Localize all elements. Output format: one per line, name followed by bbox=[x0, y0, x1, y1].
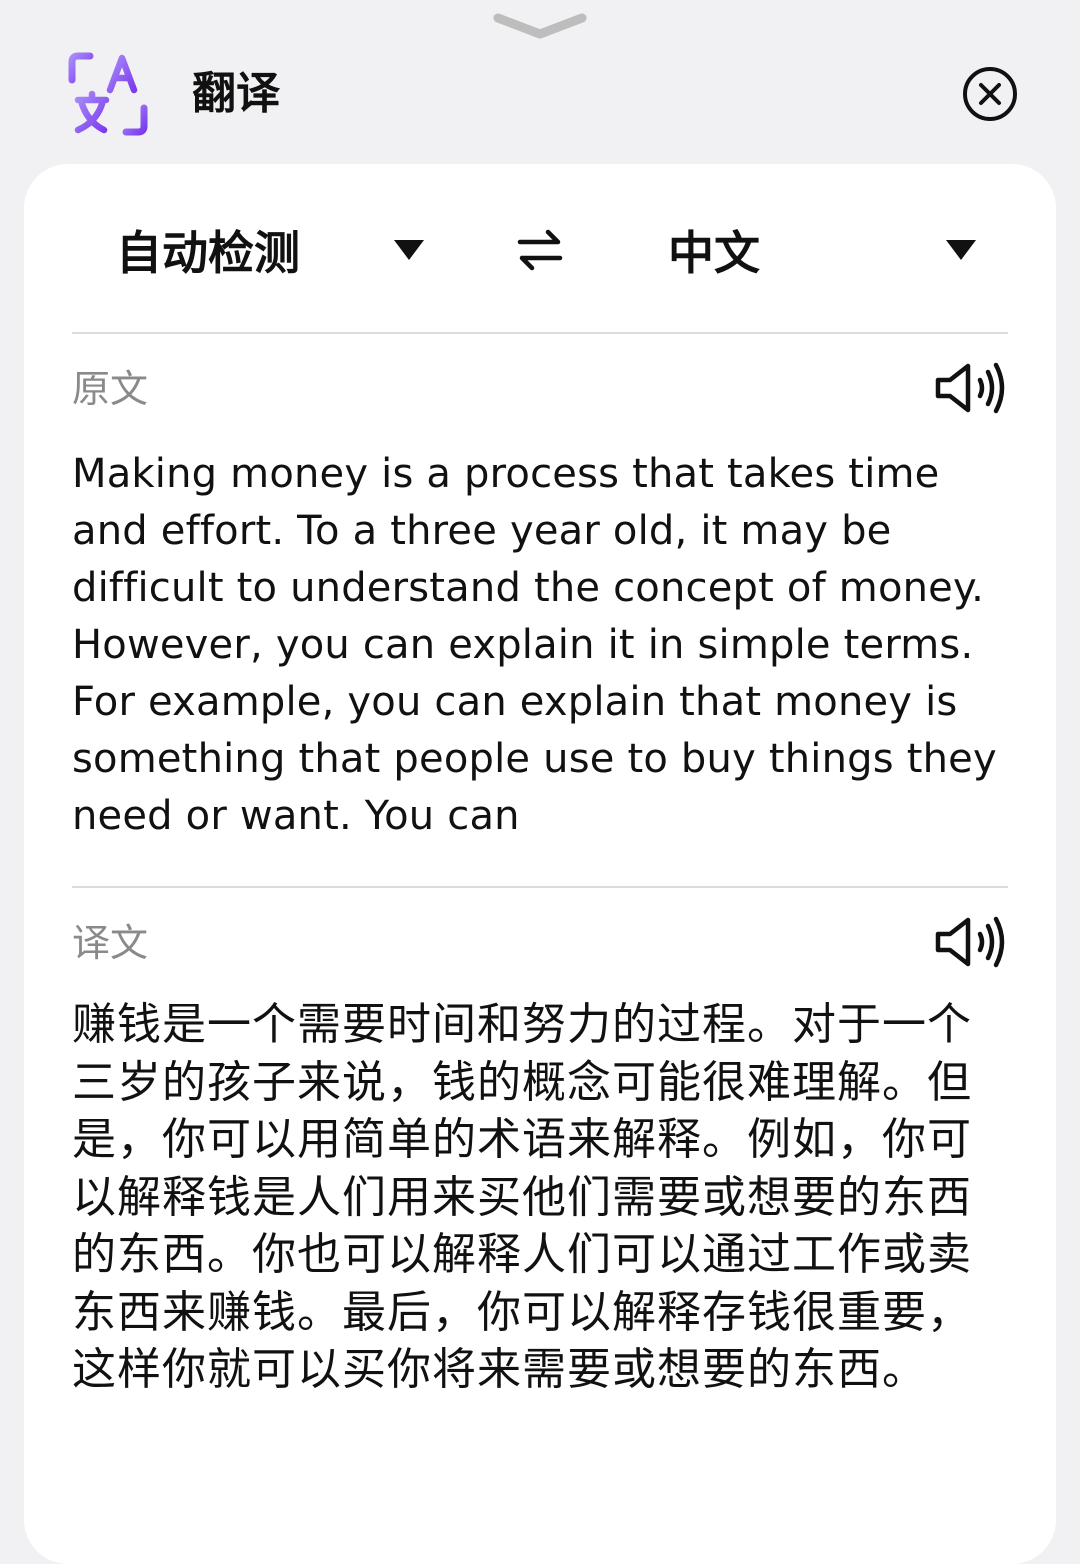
app-title: 翻译 bbox=[192, 68, 280, 119]
target-language-label: 中文 bbox=[668, 226, 760, 280]
drag-handle-icon[interactable] bbox=[490, 8, 590, 48]
divider bbox=[72, 886, 1008, 888]
translation-section-label: 译文 bbox=[72, 921, 149, 965]
speaker-icon[interactable] bbox=[934, 360, 1008, 416]
dropdown-triangle-icon bbox=[946, 240, 976, 260]
dropdown-triangle-icon bbox=[394, 240, 424, 260]
speaker-icon[interactable] bbox=[934, 914, 1008, 970]
close-icon[interactable] bbox=[962, 66, 1018, 122]
translate-sheet: 翻译 自动检测 中文 原文 Making money is a process … bbox=[0, 0, 1080, 1564]
translate-app-icon bbox=[68, 52, 148, 136]
swap-languages-icon[interactable] bbox=[512, 228, 568, 272]
source-language-select[interactable]: 自动检测 bbox=[116, 212, 426, 288]
divider bbox=[72, 332, 1008, 334]
translation-text: 赚钱是一个需要时间和努力的过程。对于一个三岁的孩子来说，钱的概念可能很难理解。但… bbox=[72, 999, 972, 1395]
target-language-select[interactable]: 中文 bbox=[668, 212, 978, 288]
source-language-label: 自动检测 bbox=[116, 226, 300, 280]
source-text-input[interactable]: Making money is a process that takes tim… bbox=[72, 446, 1012, 845]
source-section-label: 原文 bbox=[72, 367, 149, 411]
